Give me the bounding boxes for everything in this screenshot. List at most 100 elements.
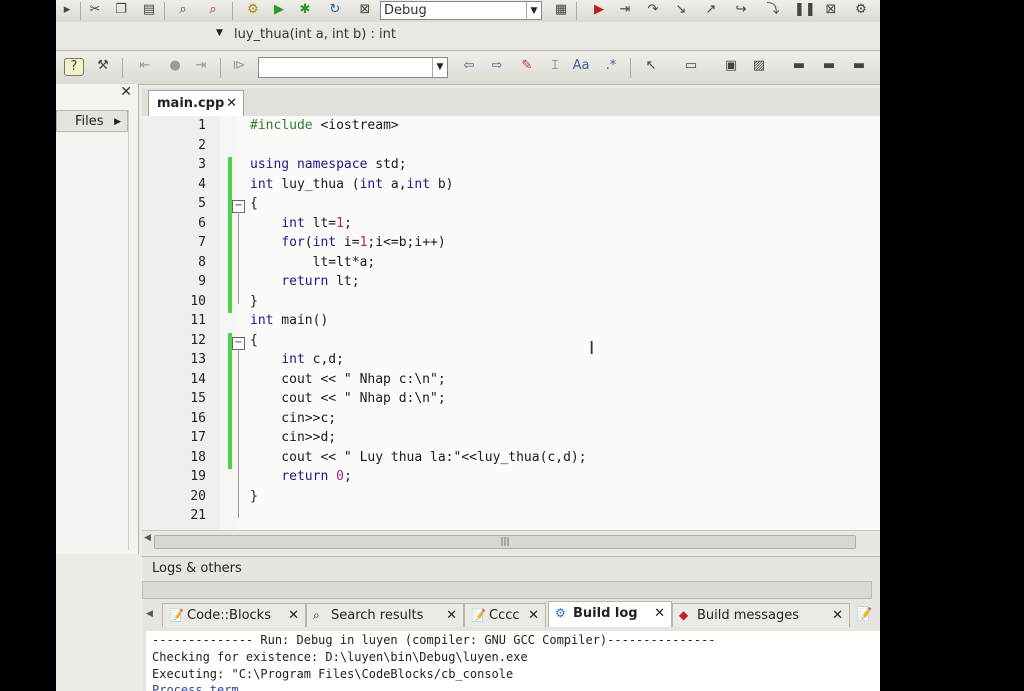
- debug-icon[interactable]: ▶: [590, 2, 608, 18]
- toggle-bookmark-icon[interactable]: ●: [166, 58, 184, 74]
- log-tab-label: Cccc: [489, 608, 520, 623]
- editor-tab-bar: main.cpp ✕: [142, 88, 880, 117]
- code-line: cout << " Nhap d:\n";: [250, 391, 446, 406]
- step-into-icon[interactable]: ↘: [672, 2, 690, 18]
- logs-tab-bar: ◀ 📝 Code::Blocks ✕ ⌕ Search results ✕ 📝 …: [142, 581, 880, 629]
- line-number: 20: [190, 488, 206, 504]
- cut-icon[interactable]: ✂: [86, 2, 104, 18]
- log-tab-cccc[interactable]: 📝 Cccc ✕: [464, 603, 546, 627]
- regex-icon[interactable]: .*: [602, 58, 620, 74]
- next-line-icon[interactable]: ↷: [644, 2, 662, 18]
- highlight-icon[interactable]: ✎: [518, 58, 536, 74]
- close-icon[interactable]: ✕: [288, 604, 299, 628]
- scroll-left-icon[interactable]: ◀: [144, 533, 151, 543]
- run-icon[interactable]: ▶: [270, 2, 288, 18]
- files-tab-label: Files: [75, 114, 104, 129]
- step-into-instruction-icon[interactable]: ⤵: [764, 2, 782, 18]
- build-log-output[interactable]: -------------- Run: Debug in luyen (comp…: [146, 631, 880, 691]
- search-combo[interactable]: ▼: [258, 57, 448, 78]
- help-icon[interactable]: ?: [64, 58, 84, 76]
- layout-icon-3[interactable]: ▬: [850, 58, 868, 74]
- run-to-cursor-icon[interactable]: ⇥: [616, 2, 634, 18]
- code-line: }: [250, 488, 258, 504]
- debug-windows-icon[interactable]: ⚙: [852, 2, 870, 18]
- code-line: }: [250, 293, 258, 309]
- function-scope-value: luy_thua(int a, int b) : int: [234, 27, 396, 42]
- replace-icon[interactable]: ⌕: [204, 2, 222, 18]
- select-pointer-icon[interactable]: ↖: [642, 58, 660, 74]
- line-number: 10: [190, 293, 206, 309]
- code-line: #include <iostream>: [250, 118, 399, 133]
- close-icon[interactable]: ✕: [120, 84, 132, 100]
- close-icon[interactable]: ✕: [528, 604, 539, 628]
- line-number: 17: [190, 430, 206, 445]
- code-editor[interactable]: I 1 #include <iostream> 2 3 using namespace …: [142, 116, 880, 530]
- next-instruction-icon[interactable]: ↪: [732, 2, 750, 18]
- layout-icon-2[interactable]: ▬: [820, 58, 838, 74]
- scope-chevron-down-icon[interactable]: ▼: [216, 28, 223, 38]
- tools-icon[interactable]: ⚒: [94, 58, 112, 74]
- code-line: for(int i=1;i<=b;i++): [281, 235, 446, 250]
- line-number: 13: [190, 352, 206, 367]
- log-tab-codeblocks[interactable]: 📝 Code::Blocks ✕: [162, 603, 306, 627]
- line-number: 9: [198, 274, 206, 289]
- codeblocks-window: ▸ ✂ ❐ ▤ ⌕ ⌕ ⚙ ▶ ✱ ↻ ⊠ Debug ▼ ▦ ▶ ⇥ ↷ ↘ …: [56, 0, 880, 691]
- chevron-down-icon: ▼: [432, 58, 447, 77]
- more-tabs-icon[interactable]: 📝: [856, 607, 872, 622]
- code-line: int c,d;: [281, 352, 344, 367]
- log-tab-label: Build messages: [697, 608, 799, 623]
- tab-main-cpp[interactable]: main.cpp ✕: [148, 90, 244, 116]
- build-gear-icon[interactable]: ⚙: [244, 2, 262, 18]
- log-tab-search-results[interactable]: ⌕ Search results ✕: [306, 603, 464, 627]
- main-toolbar: ▸ ✂ ❐ ▤ ⌕ ⌕ ⚙ ▶ ✱ ↻ ⊠ Debug ▼ ▦ ▶ ⇥ ↷ ↘ …: [56, 0, 880, 23]
- close-icon[interactable]: ✕: [226, 91, 237, 117]
- copy-icon[interactable]: ❐: [112, 2, 130, 18]
- selected-text-icon[interactable]: ⌶: [546, 58, 564, 74]
- line-number: 1: [198, 118, 206, 133]
- match-case-icon[interactable]: Aa: [572, 58, 590, 74]
- paste-icon[interactable]: ▤: [140, 2, 158, 18]
- pause-icon[interactable]: ❚❚: [794, 2, 816, 18]
- window-icon[interactable]: ▣: [722, 58, 740, 74]
- close-icon[interactable]: ✕: [446, 604, 457, 628]
- log-tab-build-messages[interactable]: ◆ Build messages ✕: [672, 603, 850, 627]
- step-out-icon[interactable]: ↗: [702, 2, 720, 18]
- toolbar-separator: [232, 2, 233, 20]
- show-target-dialog-icon[interactable]: ▦: [552, 2, 570, 18]
- tabs-scroll-left-icon[interactable]: ◀: [146, 609, 153, 619]
- line-number: 11: [190, 313, 206, 328]
- code-line: int main(): [250, 313, 329, 328]
- layout-icon-1[interactable]: ▬: [790, 58, 808, 74]
- build-target-select[interactable]: Debug ▼: [380, 1, 542, 20]
- toolbar-separator: [220, 58, 221, 78]
- abort-icon[interactable]: ⊠: [356, 2, 374, 18]
- forward-icon[interactable]: ⇨: [488, 58, 506, 74]
- document-icon: 📝: [169, 608, 184, 622]
- line-number: 21: [190, 508, 206, 523]
- tag-icon[interactable]: ⧐: [230, 58, 248, 74]
- line-number: 16: [190, 410, 206, 426]
- rebuild-icon[interactable]: ↻: [326, 2, 344, 18]
- log-line: -------------- Run: Debug in luyen (comp…: [152, 633, 716, 647]
- next-bookmark-icon[interactable]: ⇥: [192, 58, 210, 74]
- stop-debugger-icon[interactable]: ⊠: [822, 2, 840, 18]
- files-tab[interactable]: Files ▶: [56, 110, 128, 132]
- prev-bookmark-icon[interactable]: ⇤: [136, 58, 154, 74]
- build-and-run-icon[interactable]: ✱: [296, 2, 314, 18]
- horizontal-scrollbar[interactable]: ◀ |||: [142, 530, 880, 553]
- close-icon[interactable]: ✕: [832, 604, 843, 628]
- scrollbar-thumb[interactable]: |||: [154, 535, 856, 549]
- screen-bezel: [880, 0, 1024, 691]
- image-icon[interactable]: ▨: [750, 58, 768, 74]
- rectangle-icon[interactable]: ▭: [682, 58, 700, 74]
- fold-guide-line: [238, 212, 239, 304]
- log-tab-build-log[interactable]: ⚙ Build log ✕: [548, 601, 672, 627]
- logs-title-bar: [142, 581, 872, 599]
- find-icon[interactable]: ⌕: [174, 2, 192, 18]
- function-scope-select[interactable]: luy_thua(int a, int b) : int: [232, 26, 532, 46]
- back-icon[interactable]: ⇦: [460, 58, 478, 74]
- redo-icon[interactable]: ▸: [58, 2, 76, 18]
- close-icon[interactable]: ✕: [654, 602, 665, 626]
- toolbar-separator: [122, 58, 123, 78]
- line-number: 4: [198, 176, 206, 192]
